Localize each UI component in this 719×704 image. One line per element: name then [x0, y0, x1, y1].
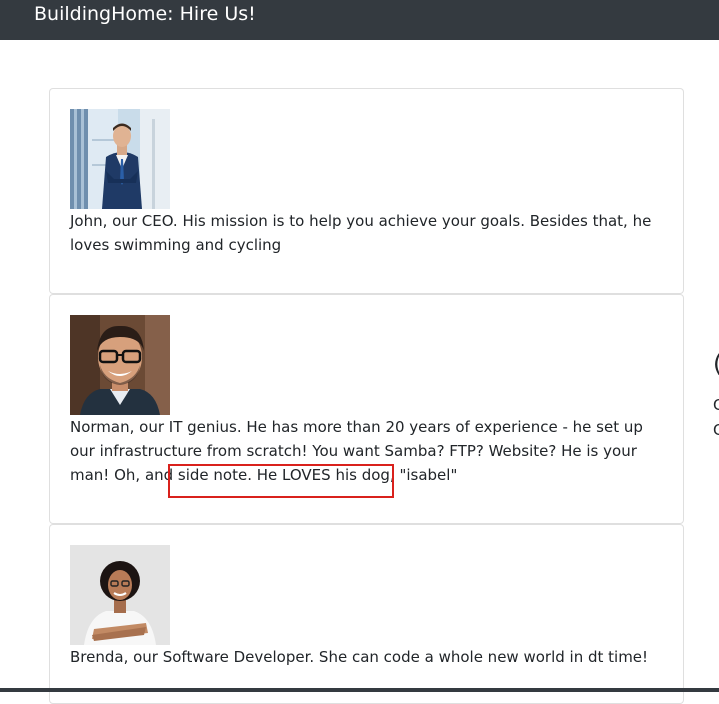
offscreen-text-fragment-2: C	[713, 423, 719, 438]
team-card-brenda: Brenda, our Software Developer. She can …	[49, 524, 684, 704]
highlight-annotation-box	[168, 464, 394, 498]
navbar-brand[interactable]: BuildingHome: Hire Us!	[34, 3, 256, 25]
team-card-john: John, our CEO. His mission is to help yo…	[49, 88, 684, 294]
ceo-portrait-photo	[70, 109, 170, 209]
top-navbar: BuildingHome: Hire Us!	[0, 0, 719, 40]
developer-portrait-photo	[70, 545, 170, 645]
bottom-edge-bar	[0, 688, 719, 692]
offscreen-text-fragment: C	[713, 398, 719, 413]
team-description-john: John, our CEO. His mission is to help yo…	[70, 212, 652, 254]
offscreen-heading-fragment: (	[713, 352, 719, 376]
it-genius-portrait-photo	[70, 315, 170, 415]
team-description-brenda: Brenda, our Software Developer. She can …	[70, 648, 649, 666]
